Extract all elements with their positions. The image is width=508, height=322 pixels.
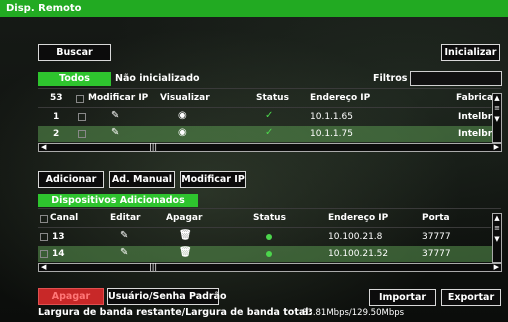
row-checkbox[interactable] — [78, 113, 86, 121]
import-button[interactable]: Importar — [369, 289, 436, 306]
tab-all[interactable]: Todos — [38, 72, 111, 86]
search-table-header: 53 Modificar IP Visualizar Status Endere… — [38, 93, 493, 105]
status-check-icon: ✓ — [265, 127, 274, 138]
trash-icon[interactable]: 🗑 — [179, 230, 192, 241]
search-table-hscroll[interactable]: ◀ ||| ▶ — [38, 142, 502, 152]
select-all-added-checkbox[interactable] — [40, 215, 48, 223]
row-channel: 13 — [52, 232, 65, 242]
col-manufacturer: Fabrica — [456, 93, 494, 103]
edit-pencil-icon[interactable]: ✎ — [111, 127, 119, 138]
trash-icon[interactable]: 🗑 — [179, 247, 192, 258]
row-checkbox[interactable] — [40, 233, 48, 241]
row-port: 37777 — [422, 232, 451, 242]
added-table-hscroll[interactable]: ◀ ||| ▶ — [38, 262, 502, 272]
added-table-header: Canal Editar Apagar Status Endereço IP P… — [38, 213, 493, 225]
edit-pencil-icon[interactable]: ✎ — [111, 110, 119, 121]
view-eye-icon[interactable]: ◉ — [178, 127, 187, 138]
row-ip: 10.1.1.65 — [310, 112, 353, 122]
search-table-vscroll[interactable]: ▲ ≡ ▼ — [492, 93, 502, 143]
manual-add-button[interactable]: Ad. Manual — [109, 171, 175, 188]
row-ip: 10.1.1.75 — [310, 129, 353, 139]
filters-input[interactable] — [410, 71, 502, 86]
col-status: Status — [256, 93, 289, 103]
delete-button[interactable]: Apagar — [38, 288, 104, 305]
tab-added-devices[interactable]: Dispositivos Adicionados — [38, 194, 198, 207]
filters-label: Filtros — [373, 73, 408, 84]
col-edit: Editar — [110, 213, 141, 223]
col-view: Visualizar — [160, 93, 210, 103]
col-ip: Endereço IP — [310, 93, 371, 103]
row-port: 37777 — [422, 249, 451, 259]
col-port: Porta — [422, 213, 450, 223]
edit-pencil-icon[interactable]: ✎ — [120, 230, 128, 241]
tab-uninitialized[interactable]: Não inicializado — [115, 73, 200, 84]
search-button[interactable]: Buscar — [38, 44, 111, 61]
device-count: 53 — [50, 93, 63, 103]
view-eye-icon[interactable]: ◉ — [178, 110, 187, 121]
select-all-checkbox[interactable] — [76, 95, 84, 103]
row-checkbox[interactable] — [78, 130, 86, 138]
col-delete: Apagar — [166, 213, 203, 223]
status-check-icon: ✓ — [265, 110, 274, 121]
export-button[interactable]: Exportar — [441, 289, 501, 306]
col-status: Status — [253, 213, 286, 223]
add-button[interactable]: Adicionar — [38, 171, 104, 188]
row-channel: 14 — [52, 249, 65, 259]
col-channel: Canal — [50, 213, 79, 223]
row-ip: 10.100.21.52 — [328, 249, 389, 259]
window-title: Disp. Remoto — [0, 0, 508, 17]
default-user-button[interactable]: Usuário/Senha Padrão — [107, 288, 227, 305]
row-ip: 10.100.21.8 — [328, 232, 383, 242]
col-modify-ip: Modificar IP — [88, 93, 149, 103]
edit-pencil-icon[interactable]: ✎ — [120, 247, 128, 258]
table-row[interactable]: 14 ✎ 🗑 10.100.21.52 37777 — [38, 246, 493, 262]
bandwidth-value: 83.81Mbps/129.50Mbps — [302, 308, 405, 318]
table-row[interactable]: 13 ✎ 🗑 10.100.21.8 37777 — [38, 229, 493, 245]
table-row[interactable]: 2 ✎ ◉ ✓ 10.1.1.75 Intelbra — [38, 126, 498, 142]
added-table-vscroll[interactable]: ▲ ≡ ▼ — [492, 213, 502, 263]
table-row[interactable]: 1 ✎ ◉ ✓ 10.1.1.65 Intelbra — [38, 109, 498, 125]
modify-ip-button[interactable]: Modificar IP — [180, 171, 246, 188]
initialize-button[interactable]: Inicializar — [441, 44, 500, 61]
bandwidth-label: Largura de banda restante/Largura de ban… — [38, 307, 313, 318]
col-ip: Endereço IP — [328, 213, 389, 223]
row-checkbox[interactable] — [40, 250, 48, 258]
